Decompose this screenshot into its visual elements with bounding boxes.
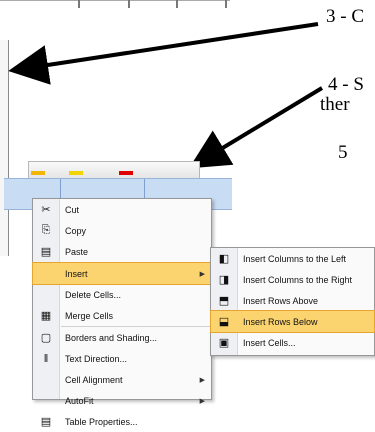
annotation-step3: 3 - C — [326, 6, 364, 27]
menu-item-table-properties[interactable]: ▤ Table Properties... — [33, 411, 211, 432]
insert-rows-below-icon: ⬓ — [218, 316, 230, 328]
annotation-step4-line2: ther — [320, 94, 350, 115]
menu-item-autofit[interactable]: AutoFit ▶ — [33, 390, 211, 411]
submenu-item-insert-columns-left[interactable]: ◧ Insert Columns to the Left — [211, 248, 374, 269]
copy-icon: ⎘ — [41, 224, 51, 236]
submenu-item-insert-columns-right[interactable]: ◨ Insert Columns to the Right — [211, 269, 374, 290]
menu-item-paste[interactable]: ▤ Paste — [33, 241, 211, 262]
mini-toolbar[interactable] — [28, 161, 200, 179]
submenu-item-insert-rows-below[interactable]: ⬓ Insert Rows Below — [210, 310, 375, 333]
left-pane-fragment — [0, 40, 9, 256]
scissors-icon: ✂ — [41, 204, 51, 216]
menu-item-borders-shading[interactable]: ▢ Borders and Shading... — [33, 327, 211, 348]
insert-columns-right-icon: ◨ — [218, 274, 230, 286]
arrow-step3 — [8, 22, 319, 85]
menu-item-merge-cells[interactable]: ▦ Merge Cells — [33, 305, 211, 326]
arrow-step4 — [188, 86, 324, 169]
submenu-arrow-icon: ▶ — [199, 376, 205, 384]
menu-item-delete-cells[interactable]: Delete Cells... — [33, 284, 211, 305]
menu-item-cell-alignment[interactable]: Cell Alignment ▶ — [33, 369, 211, 390]
insert-rows-above-icon: ⬒ — [218, 295, 230, 307]
text-direction-icon: ‖ — [43, 352, 49, 365]
merge-cells-icon: ▦ — [40, 310, 52, 322]
menu-item-insert[interactable]: Insert ▶ — [32, 262, 212, 285]
menu-item-cut[interactable]: ✂ Cut — [33, 199, 211, 220]
submenu-arrow-icon: ▶ — [199, 270, 205, 278]
context-menu: ✂ Cut ⎘ Copy ▤ Paste Insert ▶ Delete Cells..… — [32, 198, 212, 428]
menu-item-copy[interactable]: ⎘ Copy — [33, 220, 211, 241]
submenu-item-insert-rows-above[interactable]: ⬒ Insert Rows Above — [211, 290, 374, 311]
table-properties-icon: ▤ — [40, 416, 52, 428]
paste-icon: ▤ — [40, 246, 52, 258]
insert-columns-left-icon: ◧ — [218, 253, 230, 265]
borders-icon: ▢ — [40, 332, 52, 344]
insert-cells-icon: ▣ — [218, 337, 230, 349]
menu-item-text-direction[interactable]: ‖ Text Direction... — [33, 348, 211, 369]
annotation-step5: 5 — [338, 142, 348, 163]
insert-submenu: ◧ Insert Columns to the Left ◨ Insert Colu… — [210, 247, 375, 356]
annotation-step4: 4 - S — [328, 74, 364, 95]
submenu-item-insert-cells[interactable]: ▣ Insert Cells... — [211, 332, 374, 353]
